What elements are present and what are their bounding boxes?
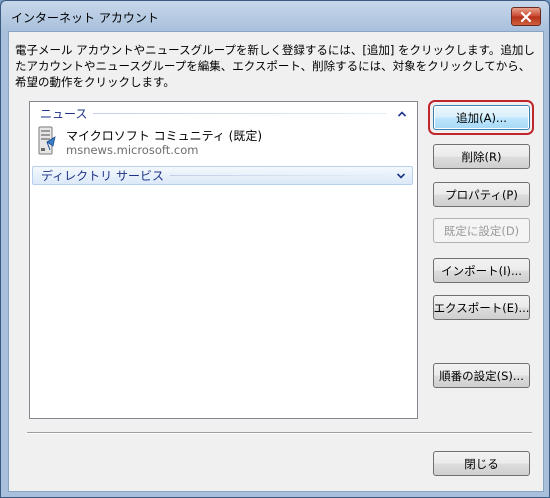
close-icon [520,11,532,22]
export-button[interactable]: エクスポート(E)... [433,295,530,320]
group-header-news[interactable]: ニュース [32,105,413,122]
set-default-button[interactable]: 既定に設定(D) [433,218,530,243]
chevron-down-icon[interactable] [394,169,408,183]
group-header-directory[interactable]: ディレクトリ サービス [32,166,413,185]
news-server-icon [38,126,56,155]
properties-button[interactable]: プロパティ(P) [433,182,530,207]
remove-button[interactable]: 削除(R) [433,144,530,169]
group-divider [169,175,386,176]
import-button[interactable]: インポート(I)... [433,258,530,283]
window-close-button[interactable] [511,7,541,26]
list-item-account[interactable]: マイクロソフト コミュニティ (既定) msnews.microsoft.com [36,124,396,158]
group-label-directory: ディレクトリ サービス [41,169,164,183]
add-button[interactable]: 追加(A)... [433,105,530,130]
account-name: マイクロソフト コミュニティ (既定) [66,129,263,143]
account-server: msnews.microsoft.com [66,143,199,157]
window-title: インターネット アカウント [11,11,159,25]
instruction-text: 電子メール アカウントやニュースグループを新しく登録するには、[追加] をクリッ… [15,43,535,89]
chevron-up-icon[interactable] [395,107,409,121]
group-label-news: ニュース [40,107,88,121]
divider [27,432,532,434]
dialog-body: 電子メール アカウントやニュースグループを新しく登録するには、[追加] をクリッ… [8,31,544,492]
group-divider [93,113,387,114]
close-button[interactable]: 閉じる [433,451,530,476]
accounts-list[interactable]: ニュース マイクロソフト コミュニティ (既定) msnews.microsof… [29,101,418,419]
internet-accounts-window: インターネット アカウント 電子メール アカウントやニュースグループを新しく登録… [0,0,550,498]
title-bar[interactable]: インターネット アカウント [1,1,549,31]
set-order-button[interactable]: 順番の設定(S)... [433,363,530,388]
